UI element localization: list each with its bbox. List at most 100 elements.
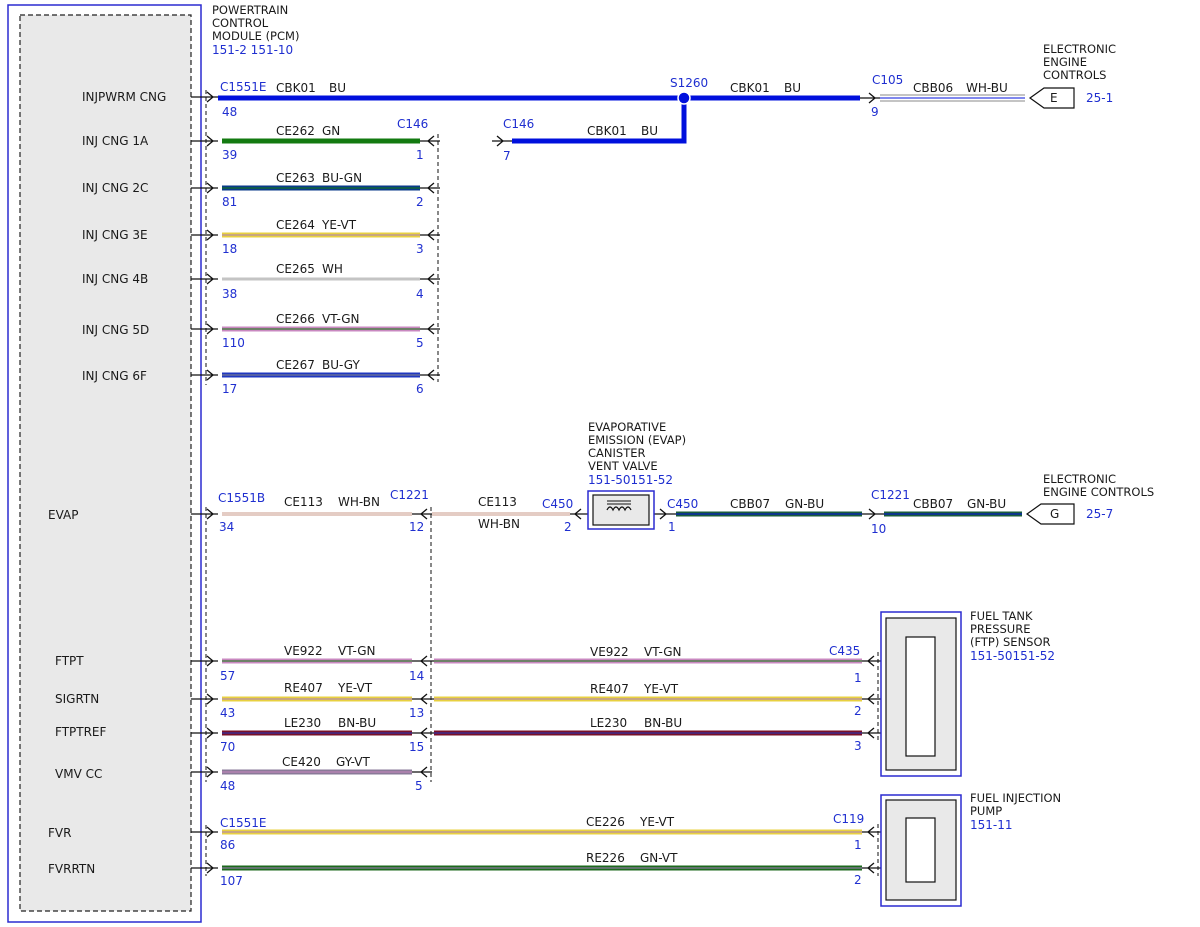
component-title-line: FUEL TANK bbox=[970, 609, 1033, 623]
signal-label: VMV CC bbox=[55, 767, 102, 781]
pin-number: 2 bbox=[854, 704, 862, 718]
signal-label: FVR bbox=[48, 826, 71, 840]
pcm-title: POWERTRAIN CONTROL MODULE (PCM) 151-2 15… bbox=[212, 3, 299, 57]
pin-number: 107 bbox=[220, 874, 243, 888]
connector-label: C146 bbox=[397, 117, 428, 131]
wire-color: YE-VT bbox=[337, 681, 373, 695]
wire-circuit: CE420 bbox=[282, 755, 321, 769]
pin-number: 1 bbox=[854, 838, 862, 852]
pin-number: 7 bbox=[503, 149, 511, 163]
pin-number: 43 bbox=[220, 706, 235, 720]
pin-number: 5 bbox=[416, 336, 424, 350]
pin-number: 5 bbox=[415, 779, 423, 793]
wire-color: WH-BN bbox=[478, 517, 520, 531]
wire-color: VT-GN bbox=[322, 312, 359, 326]
component-title-line: ELECTRONIC bbox=[1043, 472, 1116, 486]
wire-color: GN-BU bbox=[785, 497, 824, 511]
wire-circuit: CE267 bbox=[276, 358, 315, 372]
pin-number: 38 bbox=[222, 287, 237, 301]
wire-color: YE-VT bbox=[639, 815, 675, 829]
component-ref: 25-7 bbox=[1086, 507, 1113, 521]
wire-circuit: CE226 bbox=[586, 815, 625, 829]
signal-label: SIGRTN bbox=[55, 692, 99, 706]
ftp-sensor: FUEL TANK PRESSURE (FTP) SENSOR 151-5015… bbox=[880, 609, 1055, 777]
component-title-line: EMISSION (EVAP) bbox=[588, 433, 686, 447]
pin-number: 86 bbox=[220, 838, 235, 852]
pin-number: 9 bbox=[871, 105, 879, 119]
fuel-pump-wires bbox=[222, 829, 862, 871]
pin-number: 110 bbox=[222, 336, 245, 350]
component-title-line: ENGINE bbox=[1043, 55, 1087, 69]
connector-letter: G bbox=[1050, 507, 1059, 521]
pin-number: 3 bbox=[854, 739, 862, 753]
component-title-line: ENGINE CONTROLS bbox=[1043, 485, 1154, 499]
wire-circuit: CE113 bbox=[284, 495, 323, 509]
wire-color: YE-VT bbox=[321, 218, 357, 232]
fuel-injection-pump: FUEL INJECTION PUMP 151-11 bbox=[880, 791, 1061, 907]
wire-color: GY-VT bbox=[336, 755, 370, 769]
pin-number: 2 bbox=[854, 873, 862, 887]
signal-label: FTPTREF bbox=[55, 725, 107, 739]
connector-label: C1221 bbox=[871, 488, 910, 502]
wire-circuit: VE922 bbox=[284, 644, 323, 658]
wire-circuit: RE407 bbox=[284, 681, 323, 695]
wire-color: YE-VT bbox=[643, 682, 679, 696]
eec-top: E 25-1 ELECTRONIC ENGINE CONTROLS bbox=[1043, 42, 1116, 105]
signal-label: INJ CNG 4B bbox=[82, 272, 148, 286]
wire-circuit: RE226 bbox=[586, 851, 625, 865]
pin-number: 2 bbox=[564, 520, 572, 534]
wire-color: BU bbox=[784, 81, 801, 95]
wire-circuit: VE922 bbox=[590, 645, 629, 659]
signal-label: INJ CNG 6F bbox=[82, 369, 147, 383]
signal-label: INJ CNG 1A bbox=[82, 134, 149, 148]
pin-number: 57 bbox=[220, 669, 235, 683]
pin-number: 3 bbox=[416, 242, 424, 256]
wire-circuit: CBB07 bbox=[913, 497, 953, 511]
pin-number: 1 bbox=[854, 671, 862, 685]
component-title-line: PRESSURE bbox=[970, 622, 1030, 636]
wire-color: VT-GN bbox=[644, 645, 681, 659]
signal-label: INJ CNG 2C bbox=[82, 181, 148, 195]
pin-number: 39 bbox=[222, 148, 237, 162]
component-title-line: PUMP bbox=[970, 804, 1002, 818]
signal-label: EVAP bbox=[48, 508, 78, 522]
wire-circuit: CBB07 bbox=[730, 497, 770, 511]
component-title-line: CONTROLS bbox=[1043, 68, 1106, 82]
wire-color: WH-BN bbox=[338, 495, 380, 509]
wire-color: WH bbox=[322, 262, 343, 276]
ftp-connector-marks bbox=[412, 652, 905, 778]
wire-color: WH-BU bbox=[966, 81, 1008, 95]
connector-label: C105 bbox=[872, 73, 903, 87]
wire-color: BU bbox=[329, 81, 346, 95]
pcm-ref: 151-2 151-10 bbox=[212, 43, 293, 57]
pin-number: 6 bbox=[416, 382, 424, 396]
connector-letter: E bbox=[1050, 91, 1058, 105]
wire-color: VT-GN bbox=[338, 644, 375, 658]
wire-circuit: RE407 bbox=[590, 682, 629, 696]
connector-label: C1551B bbox=[218, 491, 265, 505]
splice-dot bbox=[677, 91, 691, 105]
pin-number: 13 bbox=[409, 706, 424, 720]
pin-number: 14 bbox=[409, 669, 424, 683]
pin-number: 18 bbox=[222, 242, 237, 256]
signal-label: INJ CNG 3E bbox=[82, 228, 148, 242]
component-ref: 151-50151-52 bbox=[970, 649, 1055, 663]
pin-number: 48 bbox=[220, 779, 235, 793]
component-ref: 25-1 bbox=[1086, 91, 1113, 105]
connector-label: C1551E bbox=[220, 816, 267, 830]
component-title-line: FUEL INJECTION bbox=[970, 791, 1061, 805]
wire-color: BU bbox=[641, 124, 658, 138]
pin-number: 4 bbox=[416, 287, 424, 301]
component-title-line: VENT VALVE bbox=[588, 459, 658, 473]
connector-label: C1551E bbox=[220, 80, 267, 94]
wire-circuit: CE266 bbox=[276, 312, 315, 326]
pin-number: 1 bbox=[668, 520, 676, 534]
pcm-connector-marks bbox=[206, 91, 215, 874]
signal-label: FTPT bbox=[55, 654, 84, 668]
connector-label: C119 bbox=[833, 812, 864, 826]
wire-circuit: CBK01 bbox=[730, 81, 770, 95]
wire-color: GN-VT bbox=[640, 851, 678, 865]
wire-circuit: CE264 bbox=[276, 218, 315, 232]
evap-valve: EVAPORATIVE EMISSION (EVAP) CANISTER VEN… bbox=[587, 420, 686, 530]
wire-circuit: LE230 bbox=[284, 716, 321, 730]
